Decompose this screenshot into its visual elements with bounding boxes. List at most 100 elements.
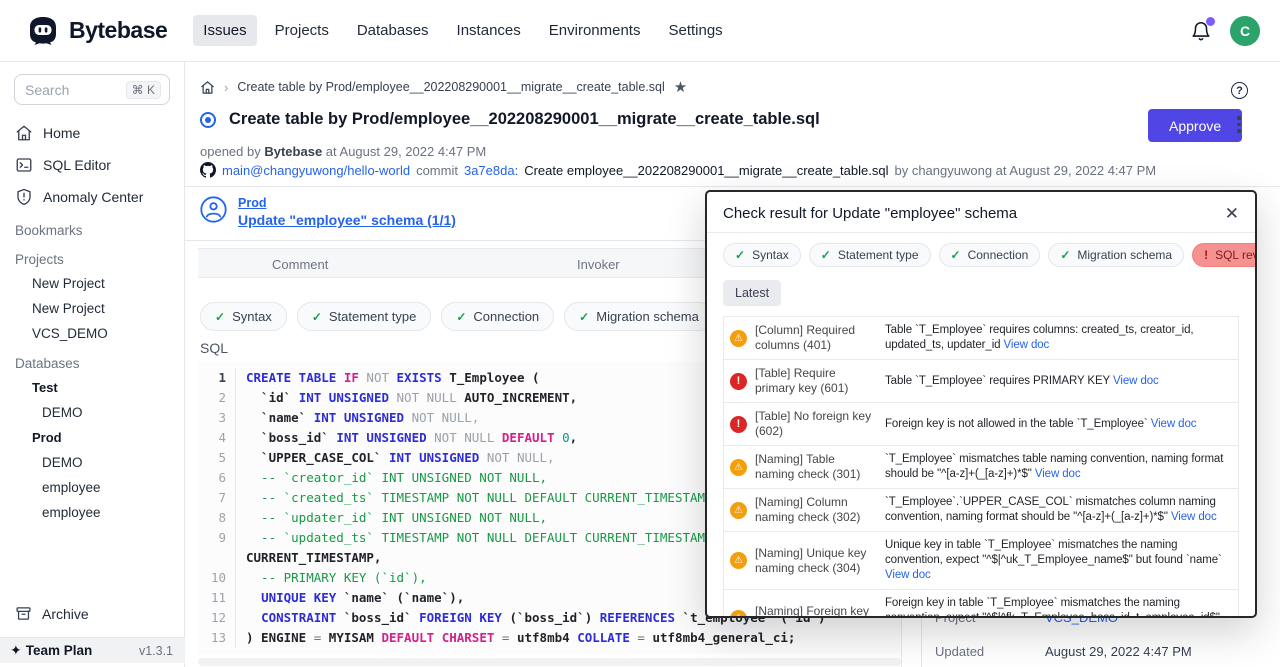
top-navbar: Bytebase Issues Projects Databases Instance… [0,0,1280,62]
plan-label: Team Plan [26,643,93,658]
view-doc-link[interactable]: View doc [1004,339,1050,351]
sidebar-sections: BookmarksProjectsNew ProjectNew ProjectV… [0,213,184,525]
check-pill-statement-type[interactable]: ✓Statement type [297,302,432,331]
line-number: 2 [198,388,236,408]
vcs-author: by changyuwong at August 29, 2022 4:47 P… [894,163,1156,178]
vcs-commit-link[interactable]: 3a7e8da: [464,163,518,178]
check-icon: ✓ [215,310,225,324]
check-results-list: ⚠ [Column] Required columns (401) Table `T… [723,316,1239,618]
check-pill-migration-schema[interactable]: ✓Migration schema [1048,243,1184,267]
nav-item-settings[interactable]: Settings [658,15,732,46]
bytebase-logo[interactable]: Bytebase [26,14,167,48]
code-horizontal-scrollbar[interactable] [198,658,901,666]
search-box[interactable]: ⌘ K [14,74,170,105]
warning-icon: ⚠ [730,459,747,476]
panel-row-updated: UpdatedAugust 29, 2022 4:47 PM [935,644,1192,659]
check-description: Table `T_Employee` requires columns: cre… [885,323,1230,353]
environment-group-prod: Prod [0,425,184,450]
sidebar-item-vcs-demo[interactable]: VCS_DEMO [0,321,184,346]
help-icon[interactable]: ? [1231,82,1248,99]
breadcrumb-home-icon[interactable] [200,80,215,95]
user-avatar[interactable]: C [1230,16,1260,46]
panel-label: Updated [935,644,1045,659]
check-pill-label: Connection [968,248,1029,262]
line-number: 1 [198,368,236,388]
check-rule-name: [Naming] Foreign key naming check (305) [755,604,873,619]
check-icon: ✓ [456,310,466,324]
check-icon: ✓ [951,248,961,262]
nav-item-issues[interactable]: Issues [193,15,256,46]
sidebar-item-employee[interactable]: employee [0,500,184,525]
issue-more-menu[interactable] [1235,114,1243,135]
sidebar-item-label: Home [43,125,80,141]
close-icon[interactable]: ✕ [1225,205,1239,222]
bookmark-star-icon[interactable]: ★ [674,78,687,96]
check-pill-connection[interactable]: ✓ Connection [939,243,1041,267]
check-icon: ✓ [735,248,745,262]
modal-checks: ✓Syntax ✓Statement type ✓ Connection ✓Migrat… [707,233,1255,267]
issue-title: Create table by Prod/employee__202208290… [229,110,820,129]
check-pill-label: Connection [473,309,539,324]
check-rule-name: [Table] No foreign key (602) [755,409,873,439]
issue-status-icon [200,112,216,128]
check-pill-statement-type[interactable]: ✓Statement type [809,243,931,267]
line-number: 11 [198,588,236,608]
view-doc-link[interactable]: View doc [1035,468,1081,480]
line-number: 9 [198,528,236,548]
line-number: 12 [198,608,236,628]
plan-bar[interactable]: ✦ Team Plan v1.3.1 [0,637,185,663]
assignee-icon [200,196,227,228]
view-doc-link[interactable]: View doc [885,569,931,581]
archive-label: Archive [42,606,89,622]
terminal-icon [15,156,33,174]
code-line-text: CURRENT_TIMESTAMP, [236,548,381,568]
environment-group-test: Test [0,375,184,400]
latest-button[interactable]: Latest [723,280,781,306]
left-sidebar: ⌘ K Home SQL EditorAnomaly Center Bookmar… [0,62,185,667]
sidebar-item-new-project[interactable]: New Project [0,271,184,296]
check-pill-syntax[interactable]: ✓Syntax [200,302,287,331]
opened-by-line: opened by Bytebase at August 29, 2022 4:… [200,144,486,159]
shield-icon [15,188,33,206]
check-pill-connection[interactable]: ✓ Connection [441,302,554,331]
error-mark-icon: ! [1204,248,1208,262]
stage-environment-link[interactable]: Prod [238,196,456,210]
error-icon: ! [730,373,747,390]
view-doc-link[interactable]: View doc [1171,511,1217,523]
check-pill-sql-review[interactable]: !SQL review [1192,243,1257,267]
stage-task-link[interactable]: Update "employee" schema (1/1) [238,212,456,228]
notifications-bell-icon[interactable] [1190,19,1212,43]
sidebar-item-employee[interactable]: employee [0,475,184,500]
check-pill-syntax[interactable]: ✓Syntax [723,243,801,267]
app-version: v1.3.1 [139,644,173,658]
line-number: 10 [198,568,236,588]
section-label-projects: Projects [0,242,184,271]
breadcrumb: › Create table by Prod/employee__2022082… [200,78,687,96]
breadcrumb-page[interactable]: Create table by Prod/employee__202208290… [237,80,664,94]
sidebar-item-anomaly-center[interactable]: Anomaly Center [0,181,184,213]
section-label-databases: Databases [0,346,184,375]
nav-item-instances[interactable]: Instances [447,15,531,46]
line-number: 13 [198,628,236,648]
sidebar-item-demo[interactable]: DEMO [0,400,184,425]
sidebar-item-archive[interactable]: Archive [0,598,184,629]
check-result-row: ⚠[Naming] Unique key naming check (304)U… [724,532,1238,590]
code-line-text: `boss_id` INT UNSIGNED NOT NULL DEFAULT … [236,428,577,448]
sidebar-item-demo[interactable]: DEMO [0,450,184,475]
check-rule-name: [Column] Required columns (401) [755,323,873,353]
nav-item-projects[interactable]: Projects [265,15,339,46]
approve-button[interactable]: Approve [1148,109,1242,142]
nav-item-environments[interactable]: Environments [539,15,651,46]
sidebar-item-home[interactable]: Home [0,117,184,149]
check-description: Table `T_Employee` requires PRIMARY KEY … [885,374,1230,389]
view-doc-link[interactable]: View doc [1151,418,1197,430]
check-rule-name: [Naming] Unique key naming check (304) [755,546,873,576]
search-input[interactable] [25,82,115,98]
warning-icon: ⚠ [730,552,747,569]
view-doc-link[interactable]: View doc [1113,375,1159,387]
vcs-branch-link[interactable]: main@changyuwong/hello-world [222,163,410,178]
sidebar-item-sql-editor[interactable]: SQL Editor [0,149,184,181]
check-pill-migration-schema[interactable]: ✓Migration schema [564,302,714,331]
nav-item-databases[interactable]: Databases [347,15,439,46]
sidebar-item-new-project[interactable]: New Project [0,296,184,321]
